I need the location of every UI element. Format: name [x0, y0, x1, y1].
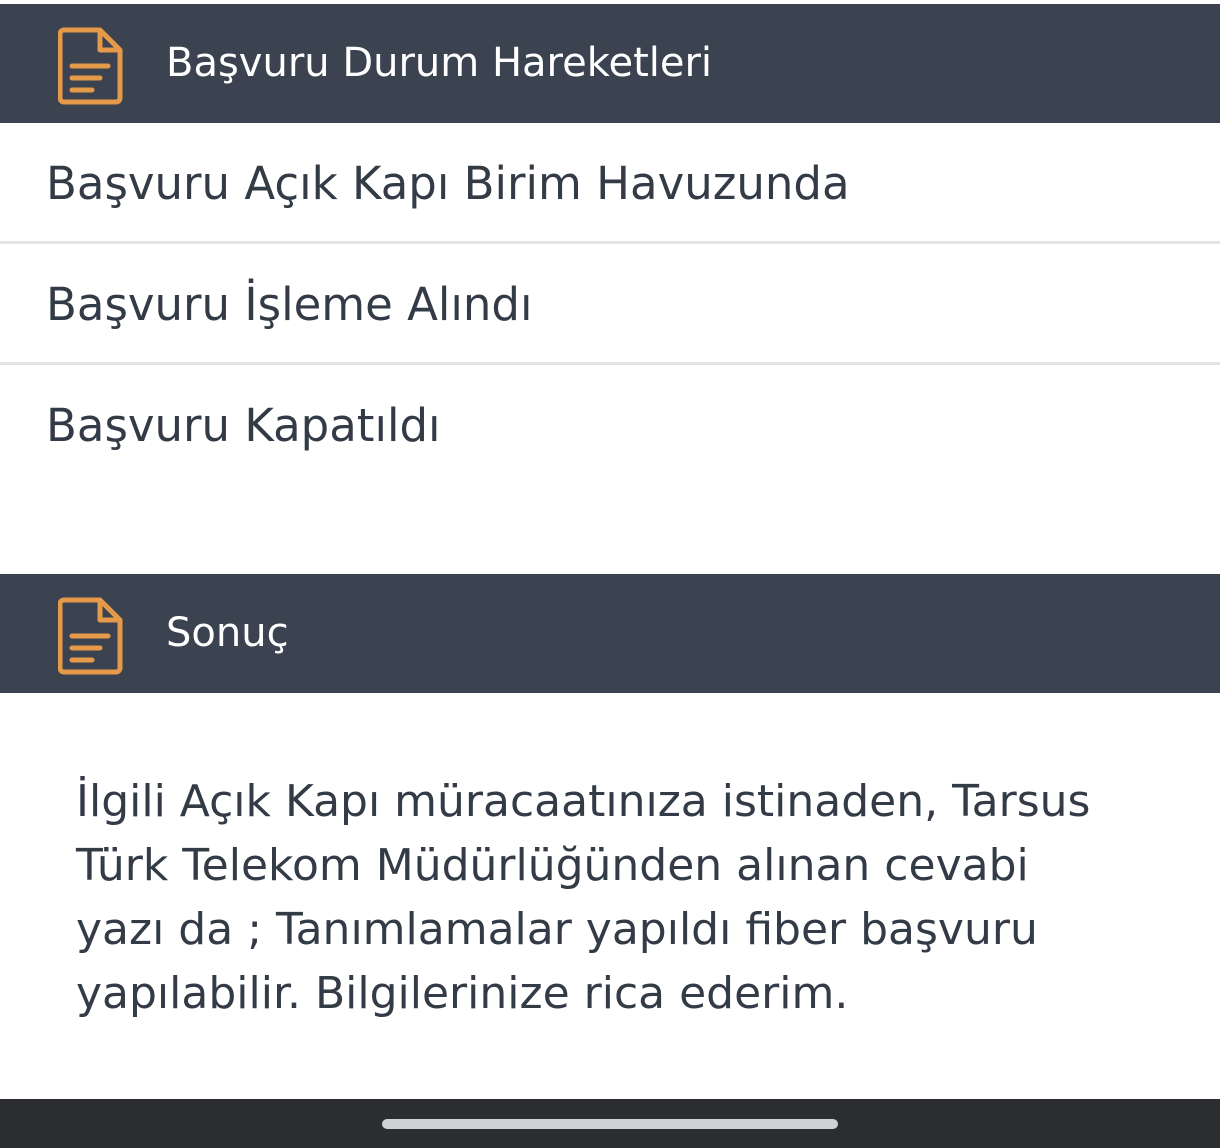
result-section-header: Sonuç	[0, 574, 1220, 693]
result-text-line: Türk Telekom Müdürlüğünden alınan cevabi	[76, 840, 1029, 891]
status-item: Başvuru Kapatıldı	[0, 365, 1220, 486]
status-item: Başvuru İşleme Alındı	[0, 244, 1220, 365]
status-item-label: Başvuru Açık Kapı Birim Havuzunda	[46, 157, 850, 210]
status-item: Başvuru Açık Kapı Birim Havuzunda	[0, 123, 1220, 244]
result-text: İlgili Açık Kapı müracaatınıza istinaden…	[76, 770, 1156, 1026]
result-text-line: yapılabilir. Bilgilerinize rica ederim.	[76, 968, 849, 1019]
document-icon	[58, 597, 123, 675]
status-section-header: Başvuru Durum Hareketleri	[0, 4, 1220, 123]
document-icon	[58, 27, 123, 105]
result-text-line: yazı da ; Tanımlamalar yapıldı fiber baş…	[76, 904, 1038, 955]
status-item-label: Başvuru Kapatıldı	[46, 399, 441, 452]
home-indicator[interactable]	[382, 1119, 838, 1129]
status-section-title: Başvuru Durum Hareketleri	[166, 40, 713, 86]
result-section-title: Sonuç	[166, 610, 289, 656]
system-navigation-bar	[0, 1099, 1220, 1148]
status-item-label: Başvuru İşleme Alındı	[46, 278, 533, 331]
result-text-line: İlgili Açık Kapı müracaatınıza istinaden…	[76, 776, 1091, 827]
status-list: Başvuru Açık Kapı Birim Havuzunda Başvur…	[0, 123, 1220, 486]
